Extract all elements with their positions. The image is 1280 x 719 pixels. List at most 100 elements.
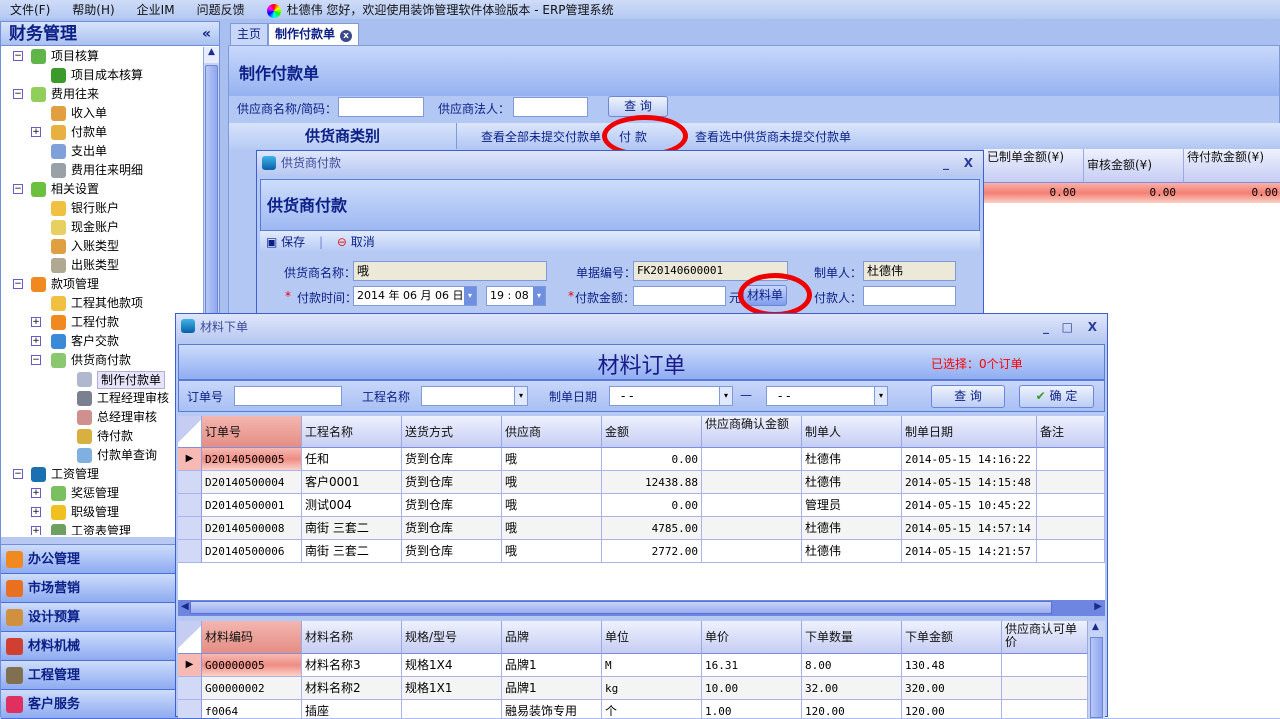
scroll-up-icon[interactable]: ▲ bbox=[204, 47, 219, 63]
scroll-thumb[interactable] bbox=[1090, 637, 1103, 718]
table-cell[interactable] bbox=[1037, 471, 1105, 494]
table-cell[interactable]: 货到仓库 bbox=[402, 448, 502, 471]
close-tab-icon[interactable]: x bbox=[340, 30, 353, 42]
table-cell[interactable] bbox=[1037, 540, 1105, 563]
tree-item[interactable]: 收入单 bbox=[1, 104, 203, 123]
menu-feedback[interactable]: 问题反馈 bbox=[197, 1, 245, 18]
column-header[interactable]: 材料名称 bbox=[302, 621, 402, 654]
table-cell[interactable]: 材料名称3 bbox=[302, 654, 402, 677]
date-to-select[interactable]: - - ▾ bbox=[766, 386, 888, 406]
expand-icon[interactable]: + bbox=[31, 127, 41, 137]
tree-item[interactable]: 付款单查询 bbox=[1, 446, 203, 465]
expand-icon[interactable]: + bbox=[31, 317, 41, 327]
table-cell[interactable] bbox=[1002, 654, 1088, 677]
scroll-up-icon[interactable]: ▲ bbox=[1092, 622, 1099, 632]
table-cell[interactable]: 2014-05-15 14:16:22 bbox=[902, 448, 1037, 471]
table-cell[interactable] bbox=[1037, 517, 1105, 540]
time-picker[interactable]: 19 : 08 ▾ bbox=[486, 286, 546, 306]
column-header[interactable]: 订单号 bbox=[202, 416, 302, 448]
table-cell[interactable]: 1.00 bbox=[702, 700, 802, 718]
dropdown-icon[interactable]: ▾ bbox=[514, 387, 527, 405]
amount-input[interactable] bbox=[633, 286, 726, 306]
table-cell[interactable]: 8.00 bbox=[802, 654, 902, 677]
collapse-icon[interactable]: − bbox=[13, 279, 23, 289]
column-header[interactable]: 金额 bbox=[602, 416, 702, 448]
table-cell[interactable]: 南街 三套二 bbox=[302, 517, 402, 540]
tab-make-payment[interactable]: 制作付款单 x bbox=[268, 23, 360, 45]
query-button[interactable]: 查 询 bbox=[931, 385, 1005, 408]
table-cell[interactable]: G00000005 bbox=[202, 654, 302, 677]
cancel-button[interactable]: ⊖ 取消 bbox=[337, 235, 375, 249]
close-button[interactable]: X bbox=[1088, 314, 1097, 341]
table-cell[interactable]: 130.48 bbox=[902, 654, 1002, 677]
table-cell[interactable]: 2772.00 bbox=[602, 540, 702, 563]
table-cell[interactable]: 哦 bbox=[502, 540, 602, 563]
table-cell[interactable]: 32.00 bbox=[802, 677, 902, 700]
menu-help[interactable]: 帮助(H) bbox=[72, 1, 114, 18]
payer-input[interactable] bbox=[863, 286, 956, 306]
dropdown-icon[interactable]: ▾ bbox=[874, 387, 887, 405]
table-cell[interactable]: f0064 bbox=[202, 700, 302, 718]
table-cell[interactable] bbox=[1037, 494, 1105, 517]
column-header[interactable]: 下单数量 bbox=[802, 621, 902, 654]
table-cell[interactable] bbox=[702, 494, 802, 517]
column-header[interactable]: 规格/型号 bbox=[402, 621, 502, 654]
table-cell[interactable] bbox=[1002, 677, 1088, 700]
table-cell[interactable]: 2014-05-15 14:21:57 bbox=[902, 540, 1037, 563]
expand-icon[interactable]: + bbox=[31, 507, 41, 517]
table-cell[interactable]: 哦 bbox=[502, 448, 602, 471]
tree-item[interactable]: + 职级管理 bbox=[1, 503, 203, 522]
column-header[interactable]: 工程名称 bbox=[302, 416, 402, 448]
supplier-name-input[interactable] bbox=[338, 97, 424, 117]
table-cell[interactable]: 货到仓库 bbox=[402, 494, 502, 517]
table-cell[interactable]: 2014-05-15 14:15:48 bbox=[902, 471, 1037, 494]
column-header[interactable]: 供应商 bbox=[502, 416, 602, 448]
tree-item[interactable]: 费用往来明细 bbox=[1, 161, 203, 180]
table-cell[interactable]: 2014-05-15 10:45:22 bbox=[902, 494, 1037, 517]
table-cell[interactable]: 0.00 bbox=[602, 448, 702, 471]
minimize-button[interactable]: _ bbox=[943, 151, 949, 175]
summary-row[interactable]: 0.00 0.00 0.00 bbox=[984, 183, 1280, 203]
table-cell[interactable]: 哦 bbox=[502, 471, 602, 494]
table-cell[interactable]: 货到仓库 bbox=[402, 517, 502, 540]
view-all-unsubmitted-button[interactable]: 查看全部未提交付款单 bbox=[481, 128, 601, 145]
column-header[interactable]: 单位 bbox=[602, 621, 702, 654]
row-header[interactable] bbox=[178, 540, 202, 563]
table-cell[interactable]: 管理员 bbox=[802, 494, 902, 517]
table-cell[interactable]: 120.00 bbox=[802, 700, 902, 718]
table-cell[interactable]: 哦 bbox=[502, 494, 602, 517]
table-cell[interactable]: 120.00 bbox=[902, 700, 1002, 718]
table-cell[interactable]: kg bbox=[602, 677, 702, 700]
collapse-icon[interactable]: − bbox=[31, 355, 41, 365]
order-no-input[interactable] bbox=[234, 386, 342, 406]
table-cell[interactable]: 插座 bbox=[302, 700, 402, 718]
menu-im[interactable]: 企业IM bbox=[137, 1, 175, 18]
table-cell[interactable]: 规格1X4 bbox=[402, 654, 502, 677]
legal-input[interactable] bbox=[513, 97, 588, 117]
tree-item[interactable]: − 款项管理 bbox=[1, 275, 203, 294]
row-header[interactable] bbox=[178, 677, 202, 700]
column-header[interactable]: 品牌 bbox=[502, 621, 602, 654]
tree-item[interactable]: 工程其他款项 bbox=[1, 294, 203, 313]
table-cell[interactable]: 南街 三套二 bbox=[302, 540, 402, 563]
date-picker[interactable]: 2014 年 06 月 06 日 ▾ bbox=[353, 286, 477, 306]
column-header[interactable]: 送货方式 bbox=[402, 416, 502, 448]
confirm-button[interactable]: ✔ 确 定 bbox=[1019, 385, 1094, 408]
table-cell[interactable]: 16.31 bbox=[702, 654, 802, 677]
table-cell[interactable]: 品牌1 bbox=[502, 654, 602, 677]
table-cell[interactable]: D20140500005 bbox=[202, 448, 302, 471]
tree-item[interactable]: − 相关设置 bbox=[1, 180, 203, 199]
view-selected-unsubmitted-button[interactable]: 查看选中供货商未提交付款单 bbox=[695, 128, 851, 145]
table-cell[interactable]: G00000002 bbox=[202, 677, 302, 700]
scroll-left-icon[interactable]: ◀ bbox=[181, 601, 189, 612]
save-button[interactable]: ▣ 保存 bbox=[266, 235, 305, 249]
row-header[interactable] bbox=[178, 700, 202, 718]
table-cell[interactable] bbox=[702, 471, 802, 494]
date-from-select[interactable]: - - ▾ bbox=[609, 386, 733, 406]
expand-icon[interactable]: + bbox=[31, 488, 41, 498]
column-header[interactable]: 供应商认可单价 bbox=[1002, 621, 1088, 654]
row-header[interactable] bbox=[178, 517, 202, 540]
table-cell[interactable] bbox=[402, 700, 502, 718]
row-header[interactable] bbox=[178, 471, 202, 494]
column-header[interactable]: 单价 bbox=[702, 621, 802, 654]
